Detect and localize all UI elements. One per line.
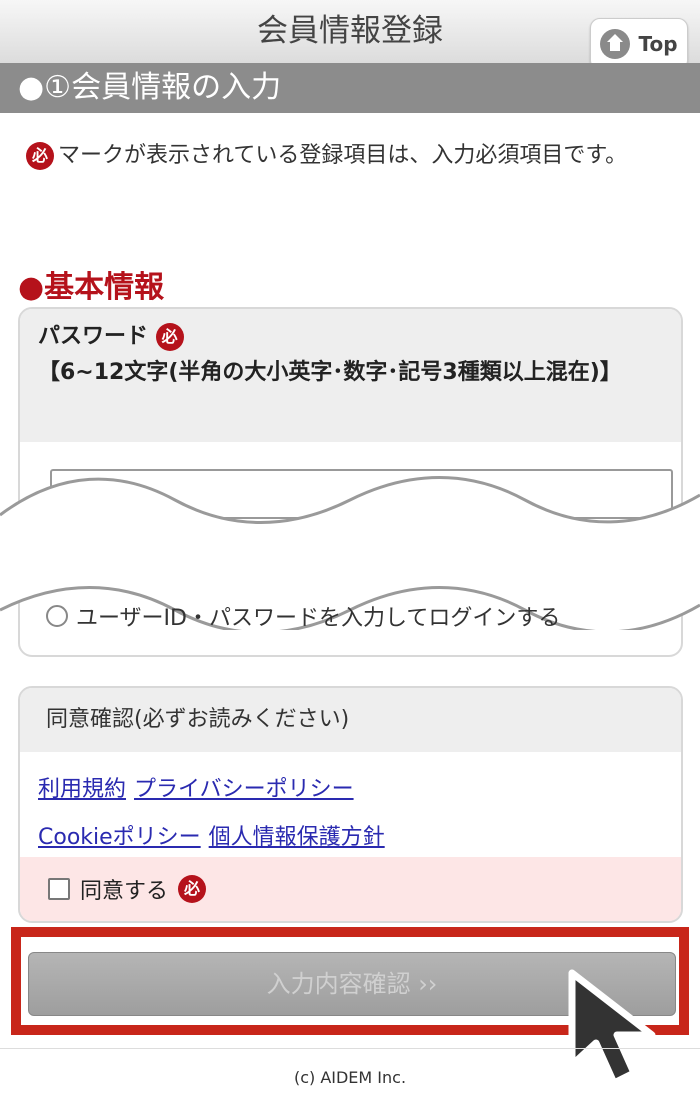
footer-copyright: (c) AIDEM Inc. <box>293 1068 407 1087</box>
agree-row[interactable]: 同意する 必 <box>20 857 681 921</box>
basic-info-title: ●基本情報 <box>18 270 165 305</box>
home-icon <box>600 29 631 59</box>
page-title: 会員情報登録 <box>257 13 443 49</box>
radio-button[interactable] <box>46 605 68 627</box>
required-icon: 必 <box>155 323 184 351</box>
personal-info-policy-link[interactable]: 個人情報保護方針 <box>209 825 385 850</box>
agree-checkbox[interactable] <box>48 878 70 900</box>
password-header: パスワード 必 【6~12文字(半角の大小英字･数字･記号3種類以上混在)】 <box>20 309 681 442</box>
agree-label: 同意する <box>80 879 169 904</box>
top-button-label: Top <box>638 32 678 56</box>
required-notice-text: マークが表示されている登録項目は、入力必須項目です。 <box>58 143 628 168</box>
required-icon: 必 <box>26 142 54 170</box>
section-title: ●①会員情報の入力 <box>0 63 700 113</box>
password-label: パスワード <box>38 324 149 349</box>
login-radio-option[interactable]: ユーザーID・パスワードを入力してログインする <box>46 600 560 632</box>
cookie-policy-link[interactable]: Cookieポリシー <box>38 825 201 850</box>
required-icon: 必 <box>178 875 207 903</box>
consent-links: 利用規約 プライバシーポリシー Cookieポリシー 個人情報保護方針 <box>20 752 681 862</box>
required-notice: 必マークが表示されている登録項目は、入力必須項目です。 <box>26 138 676 174</box>
privacy-policy-link[interactable]: プライバシーポリシー <box>134 777 354 802</box>
password-hint: 【6~12文字(半角の大小英字･数字･記号3種類以上混在)】 <box>38 360 622 385</box>
footer-divider <box>0 1048 700 1049</box>
consent-card: 同意確認(必ずお読みください) 利用規約 プライバシーポリシー Cookieポリシ… <box>18 686 683 923</box>
radio-label: ユーザーID・パスワードを入力してログインする <box>76 606 561 631</box>
terms-link[interactable]: 利用規約 <box>38 777 126 802</box>
consent-title: 同意確認(必ずお読みください) <box>20 688 681 752</box>
